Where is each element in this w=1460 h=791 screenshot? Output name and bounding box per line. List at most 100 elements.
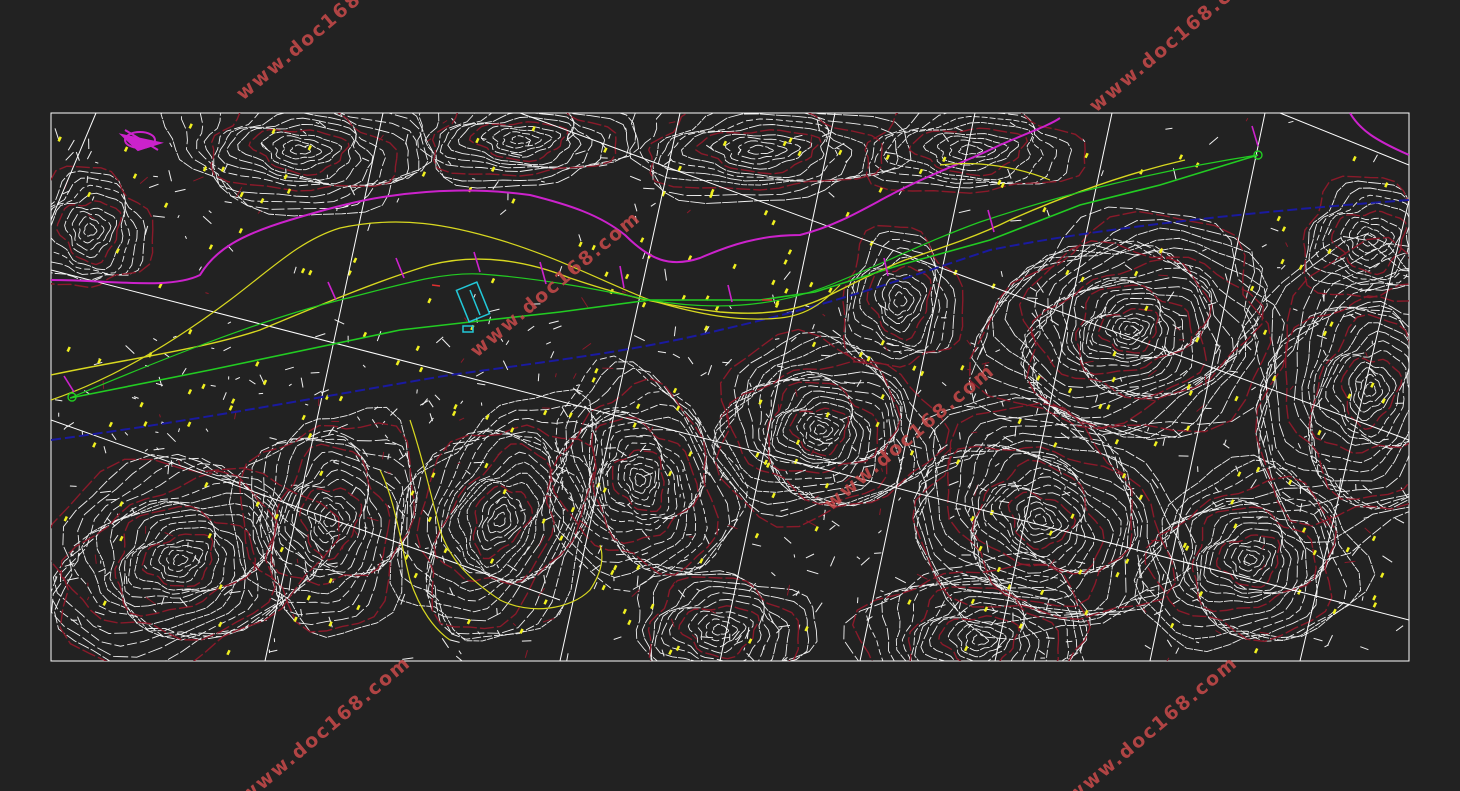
terrain-hatch: [979, 345, 985, 355]
terrain-hatch: [686, 209, 691, 214]
terrain-hatch: [1000, 270, 1003, 277]
bridge-structure: [455, 281, 491, 333]
contour-line: [160, 113, 433, 217]
elevation-point: [543, 599, 548, 605]
contour-line: [747, 374, 897, 496]
terrain-hatch: [1208, 136, 1219, 145]
terrain-hatch: [145, 596, 156, 605]
terrain-hatch: [537, 373, 540, 382]
elevation-point: [218, 584, 223, 590]
terrain-hatch: [95, 161, 99, 164]
contour-line: [562, 403, 708, 570]
contour-line: [493, 511, 506, 528]
terrain-hatch: [643, 187, 655, 190]
terrain-hatch: [627, 453, 639, 459]
terrain-hatch: [382, 451, 385, 460]
elevation-point: [1234, 395, 1239, 402]
contour-line: [908, 127, 1029, 177]
elevation-point: [301, 414, 306, 421]
terrain-hatch: [995, 349, 1001, 353]
terrain-hatch: [86, 175, 89, 183]
contour-line: [472, 484, 534, 560]
elevation-point: [591, 377, 596, 383]
elevation-point: [960, 364, 965, 371]
terrain-hatch: [707, 365, 713, 376]
terrain-hatch: [1147, 369, 1157, 377]
terrain-hatch: [1010, 219, 1022, 222]
terrain-hatch: [572, 387, 581, 395]
terrain-hatch: [257, 210, 261, 214]
elevation-point: [811, 341, 817, 348]
terrain-hatch: [1270, 227, 1279, 232]
elevation-point: [604, 271, 609, 277]
elevation-point: [909, 450, 915, 456]
terrain-hatch: [1165, 127, 1173, 130]
terrain-hatch: [785, 470, 788, 475]
elevation-point: [1067, 387, 1073, 394]
elevation-point: [763, 210, 769, 216]
terrain-hatch: [1151, 478, 1159, 489]
elevation-point: [808, 281, 814, 288]
contour-line: [1356, 226, 1387, 254]
terrain-hatch: [1158, 274, 1168, 277]
elevation-point: [804, 626, 809, 632]
terrain-hatch: [1363, 516, 1369, 519]
terrain-hatch: [1360, 646, 1369, 651]
terrain-hatch: [424, 547, 429, 550]
terrain-hatch: [1167, 291, 1175, 302]
terrain-hatch: [1245, 117, 1249, 122]
terrain-hatch: [414, 542, 420, 549]
terrain-hatch: [1228, 370, 1238, 373]
terrain-hatch: [524, 650, 528, 658]
terrain-hatch: [1316, 334, 1327, 340]
terrain-hatch: [765, 413, 770, 419]
cad-viewport[interactable]: www.doc168.com www.doc168.com www.doc168…: [0, 0, 1460, 791]
terrain-hatch: [681, 558, 688, 562]
terrain-hatch: [1009, 121, 1016, 127]
elevation-point: [1280, 258, 1285, 265]
contour-line: [78, 216, 105, 244]
terrain-hatch: [803, 408, 808, 416]
elevation-point: [415, 345, 420, 352]
terrain-hatch: [1132, 325, 1140, 332]
elevation-point: [754, 532, 760, 539]
terrain-hatch: [384, 434, 389, 439]
terrain-hatch: [1144, 644, 1151, 650]
terrain-hatch: [1215, 630, 1222, 635]
terrain-hatch: [634, 203, 638, 212]
elevation-point: [92, 442, 97, 448]
elevation-point: [602, 487, 607, 493]
contour-line: [166, 549, 197, 572]
elevation-point: [837, 149, 843, 156]
terrain-hatch: [743, 647, 746, 651]
terrain-hatch: [296, 558, 299, 564]
terrain-hatch: [1029, 286, 1037, 292]
contour-line: [888, 284, 915, 316]
terrain-hatch: [1382, 438, 1389, 441]
terrain-hatch: [540, 180, 545, 183]
road-line-yellow-1: [51, 159, 1186, 376]
terrain-hatch: [851, 446, 857, 452]
elevation-point: [1281, 226, 1287, 232]
terrain-hatch: [54, 128, 60, 140]
elevation-point: [622, 608, 627, 615]
terrain-hatch: [460, 358, 465, 363]
elevation-point: [489, 558, 495, 564]
contour-line: [697, 613, 747, 648]
elevation-point: [352, 257, 358, 264]
elevation-point: [66, 346, 71, 353]
contour-line: [323, 511, 337, 527]
elevation-point: [453, 403, 458, 410]
elevation-point: [970, 598, 976, 605]
terrain-hatch: [834, 142, 845, 150]
terrain-hatch: [500, 338, 504, 342]
contour-line: [173, 554, 189, 567]
contour-line: [1230, 545, 1271, 578]
terrain-hatch: [363, 526, 368, 529]
terrain-hatch: [492, 181, 499, 190]
contour-line: [803, 415, 840, 446]
elevation-point: [632, 422, 637, 428]
elevation-point: [1230, 499, 1235, 505]
terrain-hatch: [1214, 487, 1220, 493]
contour-line: [248, 128, 350, 177]
